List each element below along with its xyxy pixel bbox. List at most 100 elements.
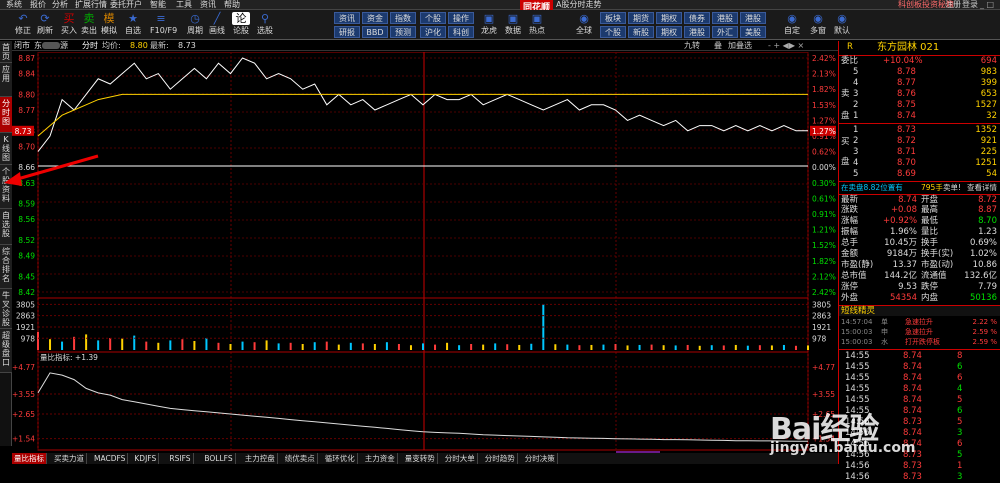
left-tab-6[interactable]: 综合排名: [0, 245, 12, 289]
toolbar-market-button[interactable]: 美股: [740, 26, 766, 38]
indicator-tab-6[interactable]: 主力控盘: [243, 453, 278, 464]
price-tick-label: 8.84: [18, 70, 35, 79]
bid-row[interactable]: 3 8.71 225: [839, 147, 1000, 158]
toolbar-grid-button[interactable]: BBD: [362, 26, 388, 38]
indicator-tab-4[interactable]: RSIFS: [167, 453, 194, 464]
toolbar-grid-button[interactable]: 预测: [390, 26, 416, 38]
left-tab-7[interactable]: 牛叉诊股: [0, 289, 12, 329]
menu-item-7[interactable]: 资讯: [200, 0, 216, 10]
left-tab-2[interactable]: 分时图: [0, 97, 12, 133]
tail-label: 多窗: [810, 26, 826, 35]
menu-item-3[interactable]: 扩展行情: [75, 0, 107, 10]
toolbar-market-button[interactable]: 期权: [656, 26, 682, 38]
toolbar-button-3[interactable]: 卖卖出: [78, 12, 100, 38]
indicator-tab-0[interactable]: 量比指标: [12, 453, 47, 464]
toolbar-button-9[interactable]: 论论股: [230, 12, 252, 38]
toolbar-tail-button[interactable]: ◉ 多窗: [806, 12, 830, 38]
bid-row[interactable]: 4 8.70 1251: [839, 158, 1000, 169]
ask-row[interactable]: 2 8.75 1527: [839, 100, 1000, 111]
menu-item-6[interactable]: 工具: [176, 0, 192, 10]
info-detail-link[interactable]: 查看详情: [967, 182, 997, 193]
left-tab-5[interactable]: 自选股: [0, 209, 12, 245]
bid-row[interactable]: 1 8.73 1352: [839, 125, 1000, 136]
bid-row[interactable]: 2 8.72 921: [839, 136, 1000, 147]
toolbar-market-button[interactable]: 期权: [656, 12, 682, 24]
toolbar-button-6[interactable]: ≡ F10/F9: [150, 12, 177, 38]
left-tab-0[interactable]: 首页: [0, 41, 12, 63]
toolbar-tail-button[interactable]: ◉ 默认: [830, 12, 854, 38]
toolbar-button-2[interactable]: 买买入: [58, 12, 80, 38]
toolbar-market-button[interactable]: 港股: [740, 12, 766, 24]
toolbar-grid-button[interactable]: 操作: [448, 12, 474, 24]
indicator-tab-13[interactable]: 分时决策: [523, 453, 558, 464]
toolbar-button-1[interactable]: ⟳ 刷新: [34, 12, 56, 38]
toolbar-market-button[interactable]: 期货: [628, 12, 654, 24]
bid-row[interactable]: 5 8.69 54: [839, 169, 1000, 180]
tool-jiuzhuan[interactable]: 九转: [684, 41, 700, 51]
indicator-tab-1[interactable]: 买卖力道: [52, 453, 87, 464]
toolbar-grid-button[interactable]: 沪化: [420, 26, 446, 38]
toolbar-button-5[interactable]: ★ 自选: [122, 12, 144, 38]
indicator-tab-8[interactable]: 循环优化: [323, 453, 358, 464]
menu-item-5[interactable]: 智能: [150, 0, 166, 10]
toolbar-market-button[interactable]: 个股: [600, 26, 626, 38]
toolbar-market-button[interactable]: 债券: [684, 12, 710, 24]
info-bar[interactable]: 在卖盘8.82位置有 795手 卖单! 查看详情: [839, 181, 1000, 192]
toolbar-market-button[interactable]: 港股: [712, 12, 738, 24]
indicator-tab-5[interactable]: BOLLFS: [202, 453, 236, 464]
login-link[interactable]: 登录: [962, 0, 978, 10]
indicator-tab-9[interactable]: 主力资金: [363, 453, 398, 464]
indicator-tab-7[interactable]: 绩优卖点: [283, 453, 318, 464]
ask-row[interactable]: 1 8.74 32: [839, 111, 1000, 122]
indicator-tab-2[interactable]: MACDFS: [92, 453, 129, 464]
menu-item-1[interactable]: 报价: [30, 0, 46, 10]
toolbar-button-0[interactable]: ↶ 修正: [12, 12, 34, 38]
indicator-tab-3[interactable]: KDJFS: [132, 453, 160, 464]
toolbar-misc-button[interactable]: ▣ 数据: [502, 12, 524, 38]
toolbar-grid-button[interactable]: 资金: [362, 12, 388, 24]
toolbar-button-4[interactable]: 模模拟: [98, 12, 120, 38]
toolbar-button-8[interactable]: ╱ 画线: [206, 12, 228, 38]
ask-row[interactable]: 3 8.76 653: [839, 89, 1000, 100]
toolbar-market-button[interactable]: 港股: [684, 26, 710, 38]
indicator-tab-12[interactable]: 分时趋势: [483, 453, 518, 464]
toolbar-button-10[interactable]: ⚲ 选股: [254, 12, 276, 38]
simulate-icon: 模: [103, 12, 115, 25]
toolbar-grid-button[interactable]: 指数: [390, 12, 416, 24]
toolbar-grid-button[interactable]: 科创: [448, 26, 474, 38]
indicator-tab-11[interactable]: 分时大单: [443, 453, 478, 464]
menu-item-4[interactable]: 委托开户: [110, 0, 142, 10]
tool-overlay[interactable]: 叠: [714, 41, 722, 51]
register-link[interactable]: 注册: [945, 0, 961, 10]
toolbar-grid-button[interactable]: 资讯: [334, 12, 360, 24]
volume-bar: [337, 344, 340, 350]
intraday-chart[interactable]: 8.878.848.808.778.738.708.668.638.598.56…: [12, 52, 838, 470]
volume-bar: [253, 342, 256, 350]
toolbar-tail-button[interactable]: ◉ 全球: [572, 12, 596, 38]
ask-row[interactable]: 4 8.77 399: [839, 78, 1000, 89]
toolbar-misc-button[interactable]: ▣ 热点: [526, 12, 548, 38]
stat-value: 132.6亿: [964, 271, 997, 281]
tick-volume: 6: [957, 439, 963, 449]
toolbar-misc-button[interactable]: ▣ 龙虎: [478, 12, 500, 38]
menu-item-2[interactable]: 分析: [52, 0, 68, 10]
left-tab-8[interactable]: 超级盘口: [0, 329, 12, 373]
toolbar-tail-button[interactable]: ◉ 自定: [780, 12, 804, 38]
ask-row[interactable]: 5 8.78 983: [839, 67, 1000, 78]
toolbar-market-button[interactable]: 新股: [628, 26, 654, 38]
stat-value: 50136: [969, 293, 997, 303]
toolbar-button-7[interactable]: ◷ 周期: [184, 12, 206, 38]
indicator-tab-10[interactable]: 量变转势: [403, 453, 438, 464]
toolbar-market-button[interactable]: 板块: [600, 12, 626, 24]
toolbar-market-button[interactable]: 外汇: [712, 26, 738, 38]
toolbar-grid-button[interactable]: 个股: [420, 12, 446, 24]
chart-nav-icons[interactable]: - + ◀▶ ×: [768, 41, 804, 51]
weibi-diff: 694: [980, 56, 997, 66]
tool-add-overlay[interactable]: 加叠选: [728, 41, 752, 51]
menu-item-0[interactable]: 系统: [6, 0, 22, 10]
toolbar-grid-button[interactable]: 研报: [334, 26, 360, 38]
tail-icon: ◉: [579, 12, 589, 25]
menu-item-8[interactable]: 帮助: [224, 0, 240, 10]
left-tab-1[interactable]: 应用: [0, 63, 12, 97]
news-row[interactable]: 15:00:03 水 打开跌停板 2.59 %: [839, 337, 1000, 348]
